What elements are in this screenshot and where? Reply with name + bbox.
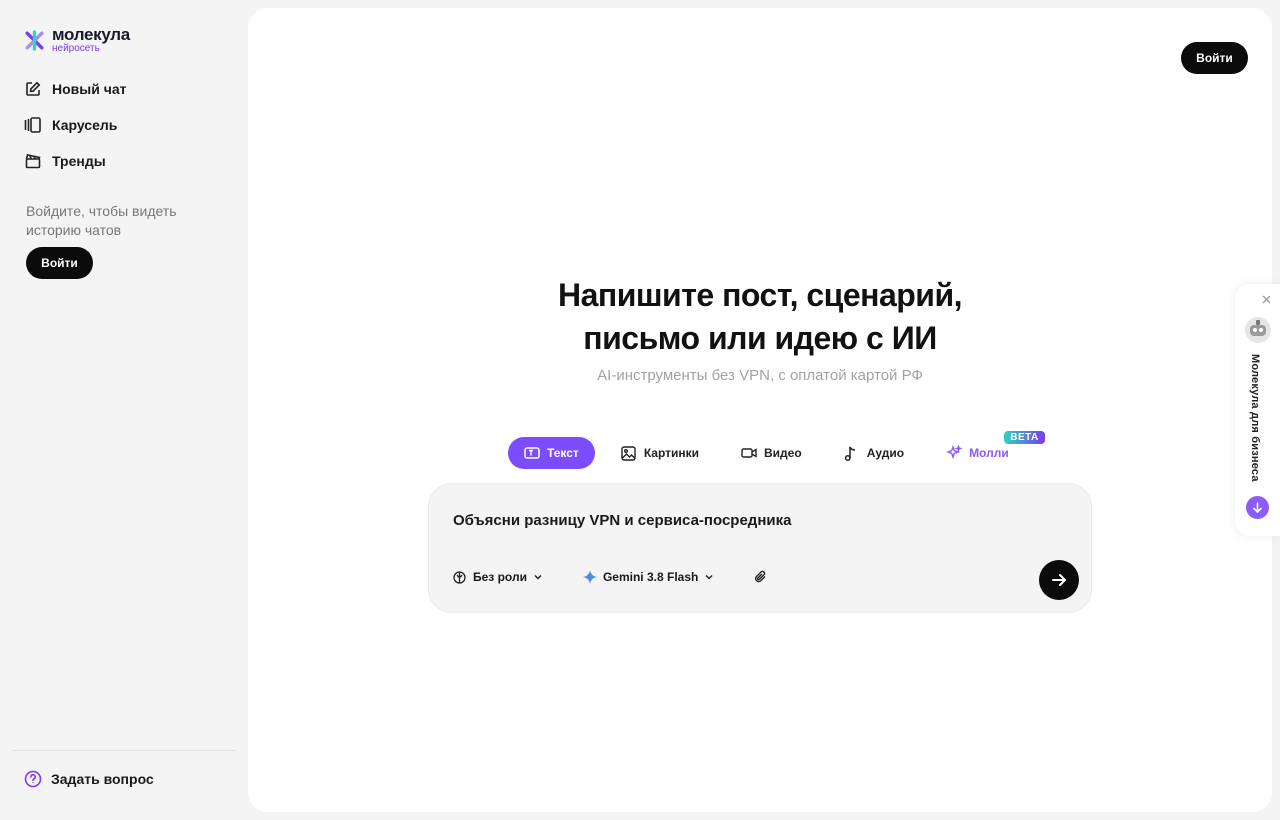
music-note-icon	[844, 445, 860, 461]
arrow-down-icon	[1253, 502, 1262, 513]
tab-label: Текст	[547, 446, 579, 460]
tab-label: Картинки	[643, 446, 700, 460]
send-button[interactable]	[1039, 560, 1079, 600]
gemini-icon	[582, 570, 597, 584]
prompt-input[interactable]: Объясни разницу VPN и сервиса-посредника	[453, 512, 791, 529]
help-label: Задать вопрос	[51, 771, 154, 787]
mode-tabs: Текст Картинки Видео Аудио Молли BETA	[508, 431, 1045, 469]
video-icon	[741, 445, 757, 461]
prompt-composer[interactable]: Объясни разницу VPN и сервиса-посредника…	[428, 483, 1092, 613]
role-icon	[453, 570, 467, 584]
brand-subtitle: нейросеть	[52, 43, 100, 54]
tab-images[interactable]: Картинки	[605, 437, 715, 469]
tab-video[interactable]: Видео	[725, 437, 818, 469]
tab-molly[interactable]: Молли BETA	[930, 431, 1045, 469]
title-line-2: письмо или идею с ИИ	[583, 320, 937, 356]
clapperboard-icon	[24, 153, 41, 170]
arrow-down-button[interactable]	[1246, 496, 1269, 519]
chevron-down-icon	[705, 574, 713, 580]
attach-button[interactable]	[754, 570, 768, 584]
sidebar-item-trends[interactable]: Тренды	[24, 150, 127, 172]
model-selector[interactable]: Gemini 3.8 Flash	[582, 570, 714, 584]
page-title: Напишите пост, сценарий, письмо или идею…	[248, 274, 1272, 360]
arrow-right-icon	[1052, 574, 1067, 586]
question-circle-icon	[24, 770, 42, 788]
molecule-logo-icon	[25, 29, 44, 51]
sidebar-item-label: Новый чат	[52, 81, 127, 97]
logo[interactable]: молекула нейросеть	[24, 26, 130, 54]
main-panel: Войти Напишите пост, сценарий, письмо ил…	[248, 8, 1272, 812]
header-login-button[interactable]: Войти	[1181, 42, 1248, 74]
sidebar: молекула нейросеть Новый чат Карусель Тр…	[0, 0, 248, 820]
sidebar-item-new-chat[interactable]: Новый чат	[24, 78, 127, 100]
tab-label: Видео	[764, 446, 802, 460]
tab-label: Молли	[969, 446, 1009, 460]
role-label: Без роли	[473, 570, 527, 584]
sidebar-item-label: Карусель	[52, 117, 118, 133]
ask-question-button[interactable]: Задать вопрос	[24, 770, 154, 788]
tab-text[interactable]: Текст	[508, 437, 595, 469]
business-widget[interactable]: Молекула для бизнеса	[1235, 284, 1280, 536]
close-icon[interactable]	[1259, 292, 1273, 306]
edit-icon	[24, 81, 41, 98]
beta-badge: BETA	[1004, 431, 1045, 444]
role-selector[interactable]: Без роли	[453, 570, 543, 584]
mascot-avatar	[1245, 317, 1271, 343]
chevron-down-icon	[534, 574, 542, 580]
divider	[12, 750, 236, 751]
text-icon	[524, 445, 540, 461]
business-widget-label: Молекула для бизнеса	[1249, 354, 1261, 482]
sidebar-item-label: Тренды	[52, 153, 106, 169]
sparkles-icon	[946, 445, 963, 461]
composer-toolbar: Без роли Gemini 3.8 Flash	[453, 570, 808, 584]
sidebar-item-carousel[interactable]: Карусель	[24, 114, 127, 136]
sidebar-login-button[interactable]: Войти	[26, 247, 93, 279]
tab-audio[interactable]: Аудио	[828, 437, 920, 469]
brand-name: молекула	[52, 25, 130, 44]
page-subtitle: AI-инструменты без VPN, с оплатой картой…	[597, 367, 923, 384]
paperclip-icon	[755, 570, 766, 583]
carousel-icon	[24, 117, 41, 134]
model-label: Gemini 3.8 Flash	[602, 570, 699, 584]
tab-label: Аудио	[866, 446, 905, 460]
login-hint: Войдите, чтобы видеть историю чатов	[26, 203, 177, 238]
sidebar-nav: Новый чат Карусель Тренды	[24, 78, 127, 172]
title-line-1: Напишите пост, сценарий,	[557, 277, 963, 313]
image-icon	[621, 445, 637, 461]
